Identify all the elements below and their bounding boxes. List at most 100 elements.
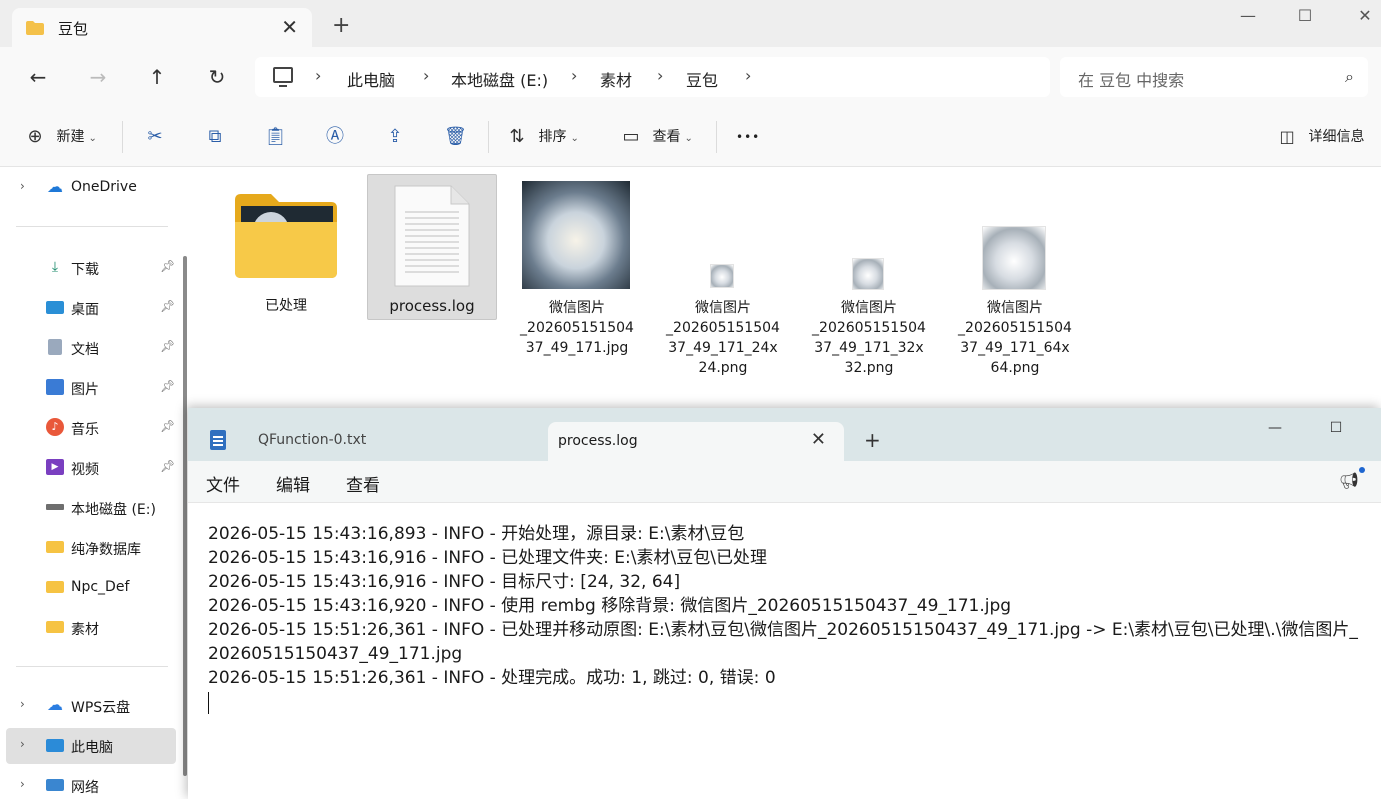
text-file-icon — [394, 185, 470, 287]
minimize-button[interactable]: — — [1228, 4, 1268, 28]
share-button[interactable]: ⇪ — [384, 125, 406, 149]
sidebar-item-sucai[interactable]: 素材 — [0, 610, 176, 646]
details-pane-button[interactable]: ◫ 详细信息 — [1276, 125, 1364, 149]
breadcrumb-drive-e[interactable]: 本地磁盘 (E:) — [451, 67, 548, 91]
delete-button[interactable]: 🗑︎ — [444, 125, 467, 149]
log-line: 2026-05-15 15:43:16,916 - INFO - 目标尺寸: [… — [208, 572, 681, 592]
close-icon[interactable]: ✕ — [811, 428, 826, 452]
back-button[interactable]: ← — [24, 63, 52, 91]
video-icon: ▶ — [46, 459, 64, 475]
folder-icon — [46, 541, 64, 553]
sidebar-item-wps[interactable]: › ☁ WPS云盘 — [0, 688, 176, 724]
sidebar-item-npc-def[interactable]: Npc_Def — [0, 570, 176, 606]
clipboard-icon: 📋︎ — [264, 126, 287, 147]
chevron-down-icon: ⌄ — [684, 133, 693, 144]
new-tab-button[interactable]: + — [332, 14, 350, 38]
menu-file[interactable]: 文件 — [206, 471, 240, 496]
network-icon — [46, 779, 64, 791]
navigation-bar: ← → ↑ ↻ › 此电脑 › 本地磁盘 (E:) › 素材 › 豆包 › 在 … — [0, 47, 1381, 107]
megaphone-icon[interactable]: 📢︎ — [1339, 471, 1359, 490]
sidebar-item-label: 网络 — [71, 780, 99, 796]
log-line: 2026-05-15 15:51:26,361 - INFO - 处理完成。成功… — [208, 668, 776, 688]
file-name: process.log — [389, 297, 475, 315]
sidebar-item-desktop[interactable]: 桌面 📌︎ — [0, 290, 176, 326]
sidebar-item-label: WPS云盘 — [71, 700, 131, 716]
sidebar-item-videos[interactable]: ▶ 视频 📌︎ — [0, 450, 176, 486]
up-button[interactable]: ↑ — [143, 63, 171, 91]
sidebar-item-pure-database[interactable]: 纯净数据库 — [0, 530, 176, 566]
sidebar-item-network[interactable]: › 网络 — [0, 768, 176, 799]
file-name-line: 微信图片 — [695, 300, 751, 316]
close-window-button[interactable]: ✕ — [1345, 4, 1381, 28]
sidebar-item-onedrive[interactable]: › ☁ OneDrive — [0, 170, 176, 206]
folder-icon — [46, 581, 64, 593]
refresh-button[interactable]: ↻ — [203, 63, 231, 91]
log-line: 2026-05-15 15:51:26,361 - INFO - 已处理并移动原… — [208, 620, 1358, 640]
sidebar-item-label: 桌面 — [71, 302, 99, 318]
file-name-line: _202605151504 — [812, 320, 926, 336]
chevron-right-icon: › — [20, 697, 25, 711]
close-icon[interactable]: ✕ — [281, 15, 298, 39]
command-bar: ⊕ 新建 ⌄ ✂ ⧉ 📋︎ Ⓐ ⇪ 🗑︎ ⇅ 排序 ⌄ ▭ 查看 ⌄ ••• ◫ 详细… — [0, 107, 1381, 167]
sidebar-item-music[interactable]: ♪ 音乐 📌︎ — [0, 410, 176, 446]
menu-edit[interactable]: 编辑 — [276, 471, 310, 496]
paste-button[interactable]: 📋︎ — [264, 125, 287, 149]
copy-button[interactable]: ⧉ — [204, 125, 226, 149]
notepad-tab-qfunction[interactable]: QFunction-0.txt — [188, 420, 548, 461]
search-placeholder: 在 豆包 中搜索 — [1078, 71, 1185, 90]
view-button[interactable]: ▭ 查看 ⌄ — [620, 125, 693, 149]
search-input[interactable]: 在 豆包 中搜索 ⌕ — [1060, 57, 1368, 97]
maximize-button[interactable]: ☐ — [1285, 4, 1325, 28]
menu-view[interactable]: 查看 — [346, 471, 380, 496]
notepad-minimize-button[interactable]: — — [1260, 416, 1290, 440]
pin-icon: 📌︎ — [160, 299, 176, 313]
new-button[interactable]: ⊕ 新建 ⌄ — [24, 125, 96, 149]
sidebar-divider — [16, 666, 168, 667]
file-name-line: 24.png — [698, 360, 748, 376]
sidebar-item-drive-e[interactable]: 本地磁盘 (E:) — [0, 490, 176, 526]
file-name-line: 微信图片 — [841, 300, 897, 316]
notepad-new-tab-button[interactable]: + — [864, 428, 881, 452]
sidebar-scrollbar[interactable] — [183, 256, 187, 776]
notepad-editor[interactable]: 2026-05-15 15:43:16,893 - INFO - 开始处理，源目… — [208, 522, 1378, 714]
sidebar-item-pictures[interactable]: 图片 📌︎ — [0, 370, 176, 406]
rename-button[interactable]: Ⓐ — [324, 125, 346, 149]
trash-icon: 🗑︎ — [444, 126, 467, 147]
new-label: 新建 — [56, 129, 85, 145]
details-label: 详细信息 — [1308, 129, 1365, 145]
sidebar-item-downloads[interactable]: ⤓ 下载 📌︎ — [0, 250, 176, 286]
toolbar-divider — [122, 121, 123, 153]
chevron-right-icon: › — [657, 66, 664, 85]
explorer-tab[interactable]: 豆包 ✕ — [12, 8, 312, 48]
file-name-line: 37_49_171.jpg — [525, 340, 629, 356]
forward-button[interactable]: → — [84, 63, 112, 91]
sidebar-item-label: 文档 — [71, 342, 99, 358]
sidebar-item-this-pc[interactable]: › 此电脑 — [6, 728, 176, 764]
notepad-icon — [210, 430, 226, 450]
address-bar[interactable]: › 此电脑 › 本地磁盘 (E:) › 素材 › 豆包 › — [255, 57, 1050, 97]
plus-circle-icon: ⊕ — [27, 126, 43, 147]
sort-button[interactable]: ⇅ 排序 ⌄ — [506, 125, 578, 149]
breadcrumb-doubao[interactable]: 豆包 — [686, 67, 718, 91]
sidebar-item-documents[interactable]: 文档 📌︎ — [0, 330, 176, 366]
explorer-titlebar: 豆包 ✕ + — ☐ ✕ — [0, 0, 1381, 48]
notepad-tab-process-log[interactable]: process.log ✕ — [548, 422, 844, 461]
navigation-pane: › ☁ OneDrive ⤓ 下载 📌︎ 桌面 📌︎ 文档 📌︎ 图片 📌︎ ♪ — [0, 168, 188, 799]
file-name-line: 37_49_171_64x — [960, 340, 1070, 356]
download-icon: ⤓ — [51, 259, 59, 275]
breadcrumb-sucai[interactable]: 素材 — [600, 67, 632, 91]
search-icon: ⌕ — [1345, 67, 1354, 86]
notepad-window: QFunction-0.txt process.log ✕ + — ☐ 文件 编… — [188, 408, 1381, 799]
music-icon: ♪ — [46, 418, 64, 436]
log-line: 2026-05-15 15:43:16,920 - INFO - 使用 remb… — [208, 596, 1012, 616]
breadcrumb-this-pc[interactable]: 此电脑 — [347, 67, 395, 91]
pin-icon: 📌︎ — [160, 459, 176, 473]
pin-icon: 📌︎ — [160, 259, 176, 273]
sidebar-item-label: 纯净数据库 — [71, 542, 141, 558]
copy-icon: ⧉ — [208, 126, 222, 147]
notepad-menubar: 文件 编辑 查看 📢︎ — [188, 461, 1381, 503]
cut-button[interactable]: ✂ — [144, 125, 166, 149]
explorer-tab-title: 豆包 — [58, 20, 89, 38]
notepad-maximize-button[interactable]: ☐ — [1321, 416, 1351, 440]
more-options-button[interactable]: ••• — [736, 125, 760, 149]
